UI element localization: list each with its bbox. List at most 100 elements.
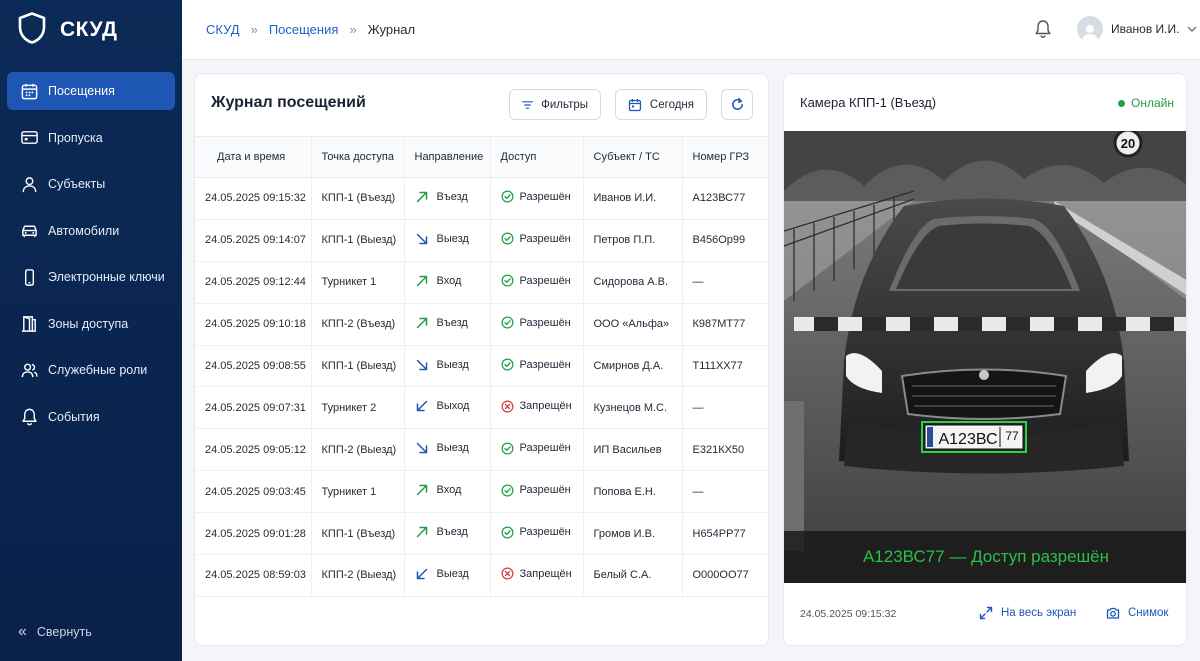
double-chevron-left-icon: « — [18, 623, 27, 640]
sidebar-item-2[interactable]: Субъекты — [7, 165, 175, 203]
sidebar: СКУД Посещения Пропуска Субъекты Автомобили… — [0, 0, 182, 661]
today-label: Сегодня — [649, 98, 694, 111]
camera-status: Онлайн — [1118, 96, 1174, 110]
access-label: Разрешён — [519, 442, 571, 455]
snapshot-button[interactable]: Снимок — [1106, 606, 1168, 620]
cell-direction: Выезд — [404, 219, 491, 262]
column-header-access[interactable]: Доступ — [490, 136, 584, 178]
direction-label: Въезд — [436, 190, 468, 203]
arrow-down-right-icon — [415, 358, 429, 372]
camera-icon — [1106, 607, 1120, 619]
cell-access-point: КПП-1 (Выезд) — [311, 345, 405, 388]
sidebar-item-1[interactable]: Пропуска — [7, 119, 175, 157]
arrow-up-right-icon — [415, 483, 429, 497]
cell-access: Запрещён — [490, 554, 584, 597]
notifications-bell-icon[interactable] — [1034, 19, 1052, 39]
table-row[interactable]: 24.05.2025 09:14:07 КПП-1 (Выезд) Выезд Раз… — [195, 219, 768, 262]
cell-access-point: КПП-2 (Выезд) — [311, 428, 405, 472]
sidebar-item-label: Зоны доступа — [48, 316, 129, 331]
table-row[interactable]: 24.05.2025 09:10:18 КПП-2 (Въезд) Въезд Раз… — [195, 303, 768, 346]
column-header-plate[interactable]: Номер ГРЗ — [682, 136, 768, 178]
plate-region-text: 77 — [1005, 429, 1019, 443]
cell-datetime: 24.05.2025 08:59:03 — [195, 554, 312, 597]
car-icon — [19, 221, 39, 241]
cell-direction: Выезд — [404, 428, 491, 472]
breadcrumb-link-visits[interactable]: Посещения — [269, 22, 339, 37]
cell-direction: Выезд — [404, 554, 491, 597]
direction-label: Вход — [436, 484, 462, 497]
camera-feed[interactable]: 20 А123ВС 77 А123ВС77 — Доступ разрешён — [784, 131, 1186, 583]
filters-button[interactable]: Фильтры — [509, 89, 601, 120]
sidebar-item-7[interactable]: События — [7, 398, 175, 436]
phone-key-icon — [19, 267, 39, 287]
access-label: Разрешён — [519, 484, 571, 497]
cell-direction: Выход — [404, 386, 491, 430]
breadcrumb-link-home[interactable]: СКУД — [206, 22, 240, 37]
today-button[interactable]: Сегодня — [615, 89, 707, 120]
column-header-access-point[interactable]: Точка доступа — [311, 136, 405, 178]
column-header-direction[interactable]: Направление — [404, 136, 491, 178]
cell-access: Разрешён — [490, 303, 584, 346]
avatar — [1077, 16, 1103, 42]
plate-main-text: А123ВС — [938, 431, 997, 448]
table-row[interactable]: 24.05.2025 09:15:32 КПП-1 (Въезд) Въезд Раз… — [195, 177, 768, 220]
arrow-down-right-icon — [415, 441, 429, 455]
brand[interactable]: СКУД — [0, 0, 182, 60]
sidebar-item-3[interactable]: Автомобили — [7, 212, 175, 250]
collapse-sidebar-button[interactable]: « Свернуть — [18, 623, 92, 641]
calendar-icon — [628, 98, 642, 111]
access-label: Разрешён — [519, 526, 571, 539]
sidebar-item-6[interactable]: Служебные роли — [7, 351, 175, 389]
cell-datetime: 24.05.2025 09:05:12 — [195, 428, 312, 472]
cell-plate: Н654РР77 — [682, 512, 768, 556]
cell-subject: ИП Васильев — [583, 428, 683, 472]
cell-plate: Е321КХ50 — [682, 428, 768, 472]
cell-datetime: 24.05.2025 09:12:44 — [195, 261, 312, 304]
arrow-down-left-icon — [415, 399, 429, 413]
access-label: Разрешён — [519, 190, 571, 203]
user-icon — [19, 174, 39, 194]
x-circle-icon — [501, 567, 514, 580]
table-row[interactable]: 24.05.2025 09:03:45 Турникет 1 Вход Разрешё… — [195, 470, 768, 514]
cell-direction: Въезд — [404, 177, 491, 220]
table-row[interactable]: 24.05.2025 09:01:28 КПП-1 (Въезд) Въезд Раз… — [195, 512, 768, 556]
cell-plate: А123ВС77 — [682, 177, 768, 220]
access-label: Разрешён — [519, 274, 571, 287]
cell-plate: — — [682, 261, 768, 304]
access-label: Запрещён — [519, 400, 572, 413]
speed-limit-sign: 20 — [1121, 136, 1135, 151]
breadcrumb-separator: » — [250, 22, 258, 37]
check-circle-icon — [501, 190, 514, 203]
door-icon — [19, 314, 39, 334]
cell-access: Разрешён — [490, 345, 584, 388]
check-circle-icon — [501, 232, 514, 245]
cell-subject: Белый С.А. — [583, 554, 683, 597]
cell-plate: К987МТ77 — [682, 303, 768, 346]
cell-access: Разрешён — [490, 177, 584, 220]
table-row[interactable]: 24.05.2025 09:12:44 Турникет 1 Вход Разрешё… — [195, 261, 768, 304]
cell-subject: Смирнов Д.А. — [583, 345, 683, 388]
table-row[interactable]: 24.05.2025 08:59:03 КПП-2 (Выезд) Выезд Зап… — [195, 554, 768, 597]
sidebar-item-0[interactable]: Посещения — [7, 72, 175, 110]
table-row[interactable]: 24.05.2025 09:07:31 Турникет 2 Выход Запрещ… — [195, 386, 768, 430]
arrow-down-left-icon — [415, 567, 429, 581]
camera-panel: Камера КПП-1 (Въезд) Онлайн 20 А123ВС 77… — [783, 73, 1187, 646]
user-menu[interactable]: Иванов И.И. — [1077, 16, 1197, 42]
refresh-button[interactable] — [721, 89, 753, 120]
table-row[interactable]: 24.05.2025 09:08:55 КПП-1 (Выезд) Выезд Раз… — [195, 345, 768, 388]
fullscreen-button[interactable]: На весь экран — [979, 606, 1076, 620]
cell-subject: ООО «Альфа» — [583, 303, 683, 346]
cell-datetime: 24.05.2025 09:10:18 — [195, 303, 312, 346]
sidebar-item-4[interactable]: Электронные ключи — [7, 258, 175, 296]
column-header-datetime[interactable]: Дата и время — [195, 136, 312, 178]
cell-access-point: КПП-1 (Выезд) — [311, 219, 405, 262]
cell-access-point: Турникет 2 — [311, 386, 405, 430]
table-row[interactable]: 24.05.2025 09:05:12 КПП-2 (Выезд) Выезд Раз… — [195, 428, 768, 472]
column-header-subject[interactable]: Субъект / ТС — [583, 136, 683, 178]
cell-subject: Петров П.П. — [583, 219, 683, 262]
sidebar-item-5[interactable]: Зоны доступа — [7, 305, 175, 343]
camera-frame-image: 20 А123ВС 77 — [784, 131, 1186, 583]
check-circle-icon — [501, 316, 514, 329]
access-label: Запрещён — [519, 567, 572, 580]
direction-label: Выезд — [436, 232, 469, 245]
